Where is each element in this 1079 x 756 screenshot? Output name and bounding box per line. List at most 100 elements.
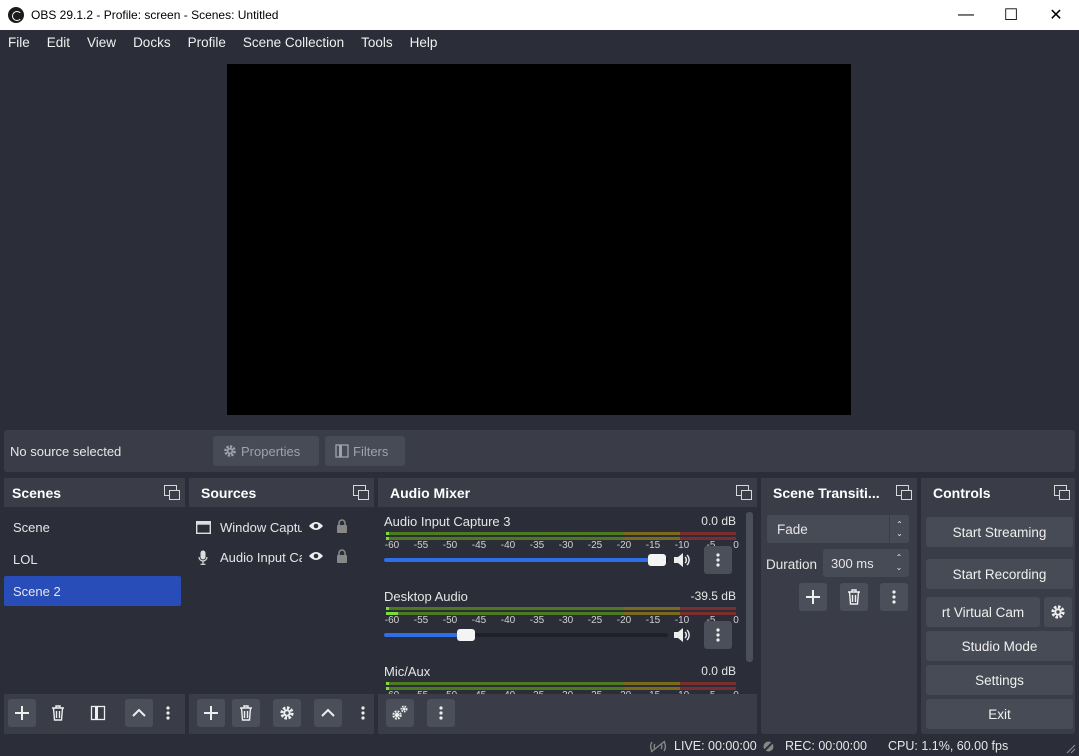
kebab-icon (166, 706, 170, 720)
volume-fader[interactable] (384, 629, 668, 641)
menu-bar: File Edit View Docks Profile Scene Colle… (0, 30, 1079, 55)
studio-mode-button[interactable]: Studio Mode (926, 631, 1073, 661)
virtual-cam-button[interactable]: rt Virtual Cam (926, 597, 1040, 627)
start-streaming-label: Start Streaming (952, 524, 1047, 540)
transitions-title: Scene Transiti... (773, 484, 880, 501)
virtual-cam-settings-button[interactable] (1044, 597, 1072, 627)
tick-label: -20 (616, 540, 632, 551)
menu-edit[interactable]: Edit (39, 35, 78, 50)
window-title: OBS 29.1.2 - Profile: screen - Scenes: U… (31, 8, 279, 22)
transition-value: Fade (777, 521, 808, 537)
duration-spinbox[interactable]: 300 ms ⌃ ⌄ (823, 549, 909, 577)
speaker-icon[interactable] (673, 552, 691, 568)
menu-file[interactable]: File (0, 35, 38, 50)
minimize-button[interactable]: — (943, 0, 989, 30)
menu-docks[interactable]: Docks (125, 35, 179, 50)
add-scene-button[interactable] (8, 699, 36, 727)
speaker-icon[interactable] (673, 627, 691, 643)
start-recording-button[interactable]: Start Recording (926, 559, 1073, 589)
scene-filters-button[interactable] (84, 699, 112, 727)
broadcast-icon (649, 740, 667, 753)
plus-icon (204, 706, 218, 720)
menu-scene-collection[interactable]: Scene Collection (235, 35, 352, 50)
spin-arrows-icon[interactable]: ⌃ ⌄ (889, 549, 909, 577)
tick-label: -35 (529, 615, 545, 626)
lock-icon[interactable] (336, 518, 348, 536)
undock-icon[interactable] (736, 485, 752, 500)
maximize-button[interactable]: ☐ (988, 0, 1034, 30)
gear-icon (224, 445, 236, 457)
scene-item-lol[interactable]: LOL (4, 544, 181, 574)
mixer-menu-button[interactable] (427, 699, 455, 727)
undock-icon[interactable] (896, 485, 912, 500)
properties-button[interactable]: Properties (213, 436, 319, 466)
move-scene-up-button[interactable] (125, 699, 153, 727)
gear-icon (1051, 605, 1065, 619)
volume-meter (386, 532, 736, 540)
context-bar: No source selected Properties Filters (4, 430, 1075, 472)
scene-item-scene[interactable]: Scene (4, 512, 181, 542)
eye-icon[interactable] (308, 550, 324, 565)
remove-scene-button[interactable] (44, 699, 72, 727)
tick-label: -45 (471, 615, 487, 626)
channel-name: Audio Input Capture 3 (384, 514, 511, 529)
start-streaming-button[interactable]: Start Streaming (926, 517, 1073, 547)
undock-icon[interactable] (164, 485, 180, 500)
move-source-up-button[interactable] (314, 699, 342, 727)
trash-icon (52, 705, 64, 721)
no-source-label: No source selected (10, 444, 122, 459)
gear-icon (280, 706, 294, 720)
menu-profile[interactable]: Profile (180, 35, 234, 50)
tick-label: -50 (442, 615, 458, 626)
record-off-icon (762, 740, 775, 753)
mixer-settings-button[interactable] (386, 699, 414, 727)
add-source-button[interactable] (197, 699, 225, 727)
scenes-dock: Scenes Scene LOL Scene 2 (4, 478, 185, 734)
scenes-menu-button[interactable] (161, 699, 175, 727)
fader-knob[interactable] (457, 629, 475, 641)
tick-label: -55 (413, 615, 429, 626)
close-button[interactable]: ✕ (1033, 0, 1079, 30)
preview-canvas[interactable] (227, 64, 851, 415)
exit-button[interactable]: Exit (926, 699, 1073, 729)
transition-select[interactable]: Fade ⌃ ⌄ (767, 515, 909, 543)
controls-title: Controls (933, 484, 991, 501)
chevron-up-icon (321, 708, 335, 717)
trash-icon (240, 705, 252, 721)
meter-ticks: -60-55-50-45-40-35-30-25-20-15-10-50 (385, 615, 739, 627)
controls-dock: Controls Start Streaming Start Recording… (921, 478, 1075, 734)
filters-button[interactable]: Filters (325, 436, 405, 466)
sources-dock: Sources Window Capture Audio Input Captu… (189, 478, 374, 734)
channel-db: -39.5 dB (690, 589, 736, 603)
menu-view[interactable]: View (79, 35, 124, 50)
source-properties-button[interactable] (273, 699, 301, 727)
channel-menu-button[interactable] (704, 621, 732, 649)
properties-label: Properties (241, 443, 301, 459)
mixer-channel: Audio Input Capture 3 0.0 dB -60 -55 -50 -45 -… (384, 514, 739, 589)
sources-menu-button[interactable] (356, 699, 370, 727)
settings-label: Settings (975, 672, 1024, 688)
transition-menu-button[interactable] (880, 583, 908, 611)
menu-tools[interactable]: Tools (353, 35, 401, 50)
remove-source-button[interactable] (232, 699, 260, 727)
remove-transition-button[interactable] (840, 583, 868, 611)
resize-grip-icon[interactable] (1066, 744, 1076, 754)
eye-icon[interactable] (308, 520, 324, 535)
volume-fader[interactable] (384, 554, 668, 566)
channel-menu-button[interactable] (704, 546, 732, 574)
lock-icon[interactable] (336, 548, 348, 566)
menu-help[interactable]: Help (402, 35, 446, 50)
undock-icon[interactable] (1054, 485, 1070, 500)
settings-button[interactable]: Settings (926, 665, 1073, 695)
scene-item-scene-2[interactable]: Scene 2 (4, 576, 181, 606)
kebab-icon (361, 706, 365, 720)
source-item-audio-input-capture[interactable]: Audio Input Capture (195, 542, 365, 572)
source-item-window-capture[interactable]: Window Capture (195, 512, 365, 542)
tick-label: 0 (733, 615, 739, 626)
mixer-scrollbar[interactable] (746, 512, 753, 662)
tick-label: -10 (674, 615, 690, 626)
fader-knob[interactable] (648, 554, 666, 566)
undock-icon[interactable] (353, 485, 369, 500)
add-transition-button[interactable] (799, 583, 827, 611)
studio-mode-label: Studio Mode (961, 638, 1038, 654)
